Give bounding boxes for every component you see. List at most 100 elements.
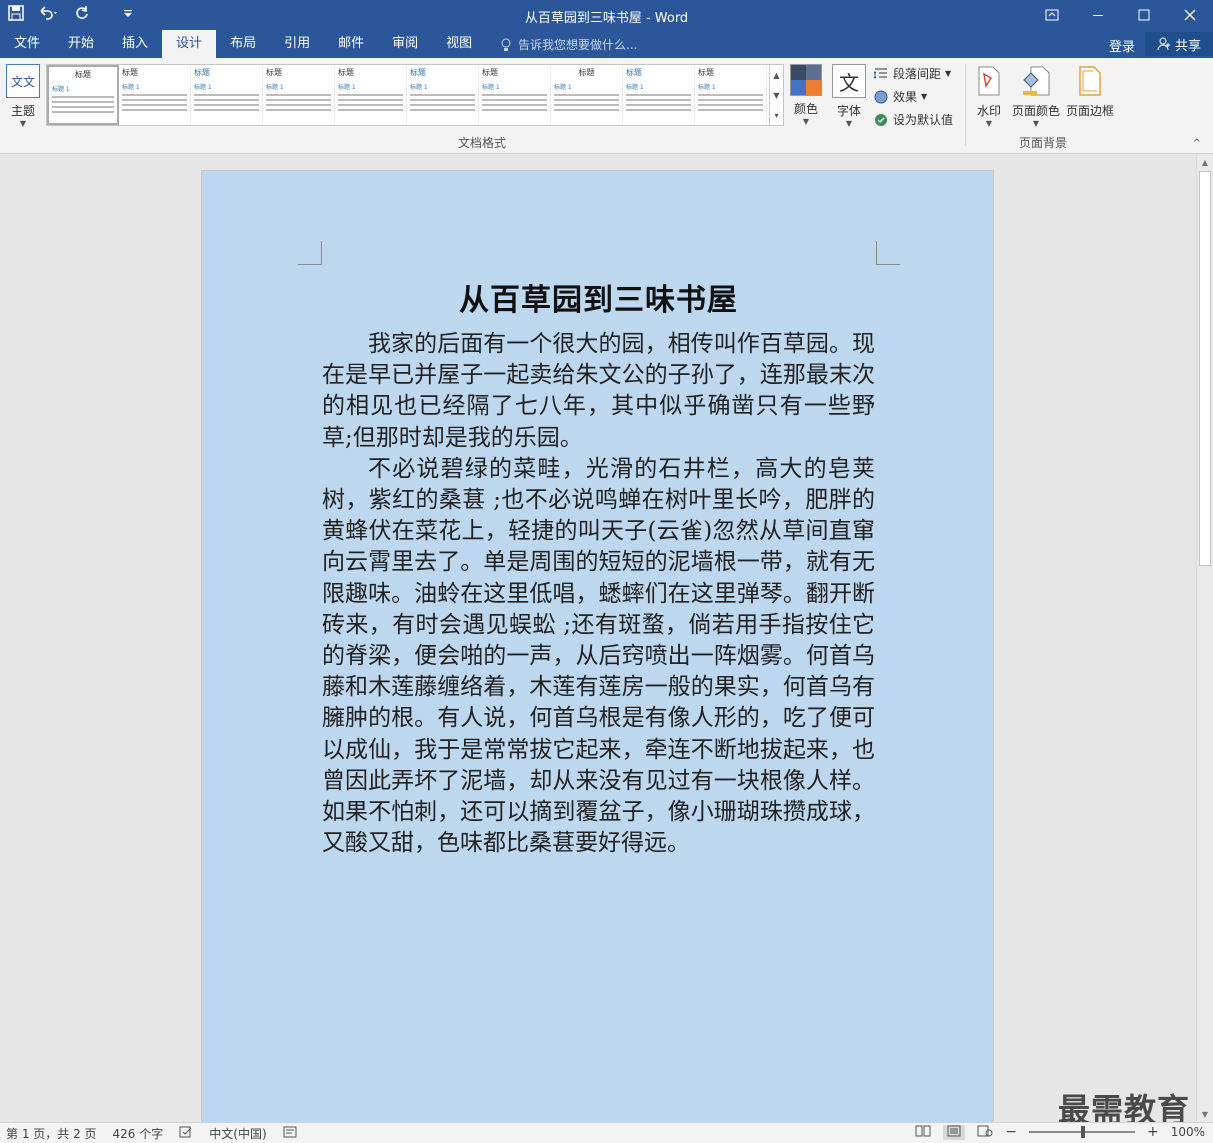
style-set-text-line (52, 111, 114, 113)
style-set-text-line (698, 109, 763, 111)
set-as-default-button[interactable]: 设为默认值 (873, 111, 953, 128)
zoom-level[interactable]: 100% (1171, 1125, 1205, 1139)
tab-2[interactable]: 插入 (108, 30, 162, 58)
minimize-icon[interactable] (1075, 0, 1121, 30)
style-set-thumbnail[interactable]: 标题 标题 1 (47, 65, 119, 125)
style-set-thumbnail[interactable]: 标题标题 1 (623, 65, 695, 125)
ribbon-tabs: 文件 开始 插入 设计 布局 引用 邮件 审阅 视图 (0, 30, 486, 58)
paragraph-spacing-button[interactable]: 段落间距 ▼ (873, 65, 951, 82)
paragraph-2[interactable]: 不必说碧绿的菜畦，光滑的石井栏，高大的皂荚树，紫红的桑葚 ;也不必说鸣蝉在树叶里… (322, 454, 875, 860)
read-mode-icon[interactable] (915, 1125, 931, 1140)
style-set-thumbnail[interactable]: 标题标题 1 (407, 65, 479, 125)
vertical-scrollbar[interactable]: ▲ ▼ (1196, 155, 1213, 1122)
collapse-ribbon-icon[interactable]: ^ (1193, 138, 1201, 149)
style-set-text-line (338, 94, 403, 96)
web-layout-icon[interactable] (977, 1125, 993, 1140)
page-color-icon (1019, 64, 1053, 98)
style-set-heading: 标题 1 (266, 84, 284, 91)
style-set-text-line (338, 99, 403, 101)
tab-4[interactable]: 布局 (216, 30, 270, 58)
print-layout-icon[interactable] (943, 1124, 966, 1140)
style-set-thumbnail[interactable]: 标题 标题 1 (191, 65, 263, 125)
tab-7[interactable]: 审阅 (378, 30, 432, 58)
style-set-heading: 标题 1 (194, 84, 212, 91)
style-set-title: 标题 (626, 68, 642, 77)
effects-button[interactable]: 效果 ▼ (873, 88, 927, 105)
tab-0[interactable]: 文件 (0, 30, 54, 58)
style-set-text-line (698, 99, 763, 101)
style-set-title: 标题 (698, 68, 714, 77)
watermark-dropdown-icon: ▼ (985, 119, 993, 128)
style-set-text-line (194, 99, 259, 101)
style-set-thumbnail[interactable]: 标题 标题 1 (263, 65, 335, 125)
style-set-heading: 标题 1 (554, 84, 572, 91)
word-count[interactable]: 426 个字 (113, 1125, 164, 1142)
document-body[interactable]: 我家的后面有一个很大的园，相传叫作百草园。现在是早已并屋子一起卖给朱文公的子孙了… (322, 329, 875, 859)
style-set-text-line (482, 104, 547, 106)
gallery-items: 标题 标题 1 标题 标题 1 标题 标题 1 标题 标题 1 标题 标题 1 标题 标题 1 标题 标题… (47, 65, 767, 125)
page-borders-icon (1073, 64, 1107, 98)
gallery-more-icon[interactable]: ▾ (774, 111, 778, 120)
tell-me-box[interactable]: 告诉我您想要做什么... (500, 36, 637, 53)
share-button[interactable]: 共享 (1145, 32, 1213, 56)
style-set-text-line (52, 106, 114, 108)
style-set-text-line (410, 99, 475, 101)
zoom-in-icon[interactable]: + (1147, 1124, 1159, 1140)
proofing-icon[interactable] (179, 1126, 193, 1141)
style-set-thumbnail[interactable]: 标题 标题 1 (335, 65, 407, 125)
language-status[interactable]: 中文(中国) (209, 1125, 266, 1142)
gallery-scroll[interactable]: ▲ ▼ ▾ (769, 65, 783, 125)
style-set-heading: 标题 1 (626, 84, 644, 91)
tab-1[interactable]: 开始 (54, 30, 108, 58)
document-heading[interactable]: 从百草园到三味书屋 (322, 275, 875, 319)
macro-recording-icon[interactable] (283, 1126, 297, 1141)
watermark-icon (975, 64, 1003, 98)
fonts-button[interactable]: 文 字体 ▼ (832, 64, 866, 128)
scroll-up-icon[interactable]: ▲ (1197, 155, 1213, 170)
gallery-up-icon[interactable]: ▲ (773, 71, 779, 80)
paragraph-1[interactable]: 我家的后面有一个很大的园，相传叫作百草园。现在是早已并屋子一起卖给朱文公的子孙了… (322, 329, 875, 454)
zoom-out-icon[interactable]: − (1005, 1124, 1017, 1140)
style-set-thumbnail[interactable]: 标题 标题 1 (479, 65, 551, 125)
document-page[interactable]: 从百草园到三味书屋 我家的后面有一个很大的园，相传叫作百草园。现在是早已并屋子一… (201, 170, 994, 1122)
style-set-text-line (52, 96, 114, 98)
style-set-text-line (266, 104, 331, 106)
share-label: 共享 (1174, 38, 1201, 54)
style-set-thumbnail[interactable]: 标题 标题 1 (551, 65, 623, 125)
close-icon[interactable] (1167, 0, 1213, 30)
style-set-thumbnail[interactable]: 标题 标题 1 (695, 65, 767, 125)
zoom-knob[interactable] (1080, 1126, 1085, 1138)
scroll-down-icon[interactable]: ▼ (1197, 1107, 1213, 1122)
margin-corner-top-right (876, 241, 900, 265)
colors-button[interactable]: 颜色 ▼ (790, 64, 822, 126)
colors-dropdown-icon: ▼ (802, 117, 810, 126)
style-set-thumbnail[interactable]: 标题 标题 1 (119, 65, 191, 125)
watermark-button[interactable]: 水印 ▼ (975, 64, 1003, 128)
style-set-text-line (554, 109, 619, 111)
tab-8[interactable]: 视图 (432, 30, 486, 58)
style-set-text-line (122, 109, 187, 111)
page-count[interactable]: 第 1 页，共 2 页 (6, 1125, 97, 1142)
fonts-label: 字体 (836, 104, 861, 118)
style-set-text-line (410, 94, 475, 96)
maximize-icon[interactable] (1121, 0, 1167, 30)
style-set-title: 标题 (410, 68, 426, 77)
page-borders-button[interactable]: 页面边框 (1066, 64, 1114, 119)
colors-icon (790, 64, 822, 96)
lightbulb-icon (501, 38, 511, 51)
page-color-label: 页面颜色 (1012, 104, 1061, 118)
scroll-thumb[interactable] (1199, 171, 1211, 566)
ribbon-display-options-icon[interactable] (1029, 0, 1075, 30)
themes-button[interactable]: 文文 主题 ▼ (6, 64, 40, 128)
style-set-text-line (122, 94, 187, 96)
tab-5[interactable]: 引用 (270, 30, 324, 58)
gallery-down-icon[interactable]: ▼ (773, 91, 779, 100)
style-set-heading: 标题 1 (410, 84, 428, 91)
zoom-slider[interactable] (1028, 1126, 1135, 1138)
ribbon-design: 文文 主题 ▼ 标题 标题 1 标题 标题 1 标题 标题 1 标题 标题 1 标题 标题 1 标题… (0, 58, 1213, 154)
style-set-text-line (410, 104, 475, 106)
page-color-button[interactable]: 页面颜色 ▼ (1012, 64, 1060, 128)
tab-3[interactable]: 设计 (162, 30, 217, 58)
tab-6[interactable]: 邮件 (324, 30, 378, 58)
login-link[interactable]: 登录 (1109, 36, 1135, 55)
